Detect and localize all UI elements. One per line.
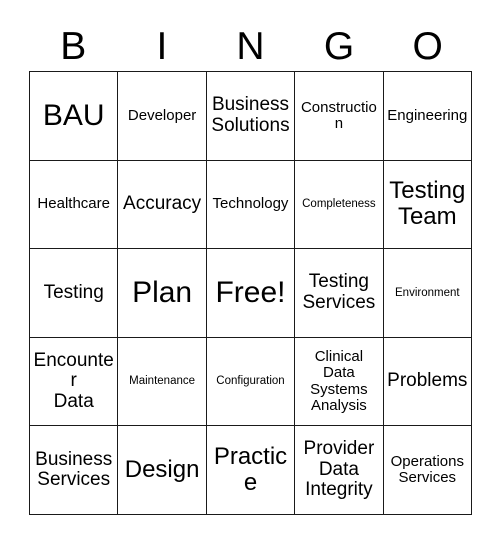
bingo-cell-i2[interactable]: Accuracy bbox=[118, 160, 207, 250]
bingo-cell-label: Business Solutions bbox=[211, 94, 290, 136]
bingo-card: B I N G O BAU Developer Business Solutio… bbox=[0, 0, 500, 544]
bingo-cell-label: Practice bbox=[213, 443, 288, 497]
bingo-cell-label: Clinical Data Systems Analysis bbox=[310, 348, 368, 414]
bingo-cell-i4[interactable]: Maintenance bbox=[118, 337, 207, 427]
bingo-cell-free-space[interactable]: Free! bbox=[206, 249, 296, 338]
bingo-header-letter-i: I bbox=[156, 24, 168, 68]
bingo-cell-label: Testing bbox=[43, 281, 104, 303]
bingo-cell-g2[interactable]: Completeness bbox=[295, 160, 384, 250]
bingo-cell-o1[interactable]: Engineering bbox=[383, 72, 472, 161]
bingo-cell-label: Engineering bbox=[387, 106, 468, 124]
bingo-cell-label: Operations Services bbox=[390, 453, 464, 487]
bingo-cell-label: Healthcare bbox=[37, 195, 110, 213]
bingo-cell-label: Design bbox=[124, 456, 200, 484]
bingo-cell-b5[interactable]: Business Services bbox=[30, 426, 119, 515]
bingo-cell-b3[interactable]: Testing bbox=[30, 249, 119, 338]
bingo-cell-label: Encounter Data bbox=[33, 349, 114, 412]
bingo-cell-n1[interactable]: Business Solutions bbox=[206, 72, 296, 161]
bingo-cell-label: Problems bbox=[387, 370, 468, 392]
bingo-cell-label: Provider Data Integrity bbox=[303, 438, 375, 501]
bingo-cell-g4[interactable]: Clinical Data Systems Analysis bbox=[295, 337, 384, 427]
bingo-cell-label: Testing Team bbox=[389, 177, 466, 231]
bingo-cell-label: Business Services bbox=[35, 448, 113, 491]
bingo-cell-label: BAU bbox=[42, 98, 105, 132]
bingo-cell-g1[interactable]: Construction bbox=[295, 72, 384, 161]
bingo-cell-i1[interactable]: Developer bbox=[118, 72, 207, 161]
bingo-cell-label: Completeness bbox=[302, 198, 376, 211]
bingo-cell-b1[interactable]: BAU bbox=[30, 72, 119, 161]
bingo-cell-label: Plan bbox=[132, 275, 193, 309]
bingo-cell-label: Configuration bbox=[216, 375, 285, 388]
bingo-cell-g5[interactable]: Provider Data Integrity bbox=[295, 426, 384, 515]
bingo-cell-n5[interactable]: Practice bbox=[206, 426, 296, 515]
bingo-cell-label: Accuracy bbox=[123, 193, 202, 215]
bingo-cell-label: Developer bbox=[127, 106, 197, 124]
bingo-cell-label: Technology bbox=[212, 195, 289, 213]
bingo-header-letter-g: G bbox=[323, 24, 355, 68]
bingo-cell-o5[interactable]: Operations Services bbox=[383, 426, 472, 515]
bingo-cell-i3[interactable]: Plan bbox=[118, 249, 207, 338]
bingo-cell-g3[interactable]: Testing Services bbox=[295, 249, 384, 338]
bingo-cell-n2[interactable]: Technology bbox=[206, 160, 296, 250]
bingo-cell-n4[interactable]: Configuration bbox=[206, 337, 296, 427]
bingo-cell-label: Environment bbox=[395, 286, 460, 299]
bingo-cell-b2[interactable]: Healthcare bbox=[30, 160, 119, 250]
bingo-cell-label: Maintenance bbox=[129, 375, 196, 388]
bingo-cell-label: Construction bbox=[300, 98, 377, 132]
bingo-cell-label: Testing Services bbox=[302, 271, 376, 313]
bingo-cell-label: Free! bbox=[215, 275, 286, 309]
bingo-header-letter-o: O bbox=[412, 24, 443, 68]
bingo-cell-i5[interactable]: Design bbox=[118, 426, 207, 515]
bingo-cell-o4[interactable]: Problems bbox=[383, 337, 472, 427]
bingo-header-row: B I N G O bbox=[29, 22, 472, 70]
bingo-cell-o2[interactable]: Testing Team bbox=[383, 160, 472, 250]
bingo-grid: BAU Developer Business Solutions Constru… bbox=[29, 71, 472, 515]
bingo-cell-b4[interactable]: Encounter Data bbox=[30, 337, 119, 427]
bingo-header-letter-b: B bbox=[60, 24, 87, 68]
bingo-cell-o3[interactable]: Environment bbox=[383, 249, 472, 338]
bingo-header-letter-n: N bbox=[236, 24, 265, 68]
